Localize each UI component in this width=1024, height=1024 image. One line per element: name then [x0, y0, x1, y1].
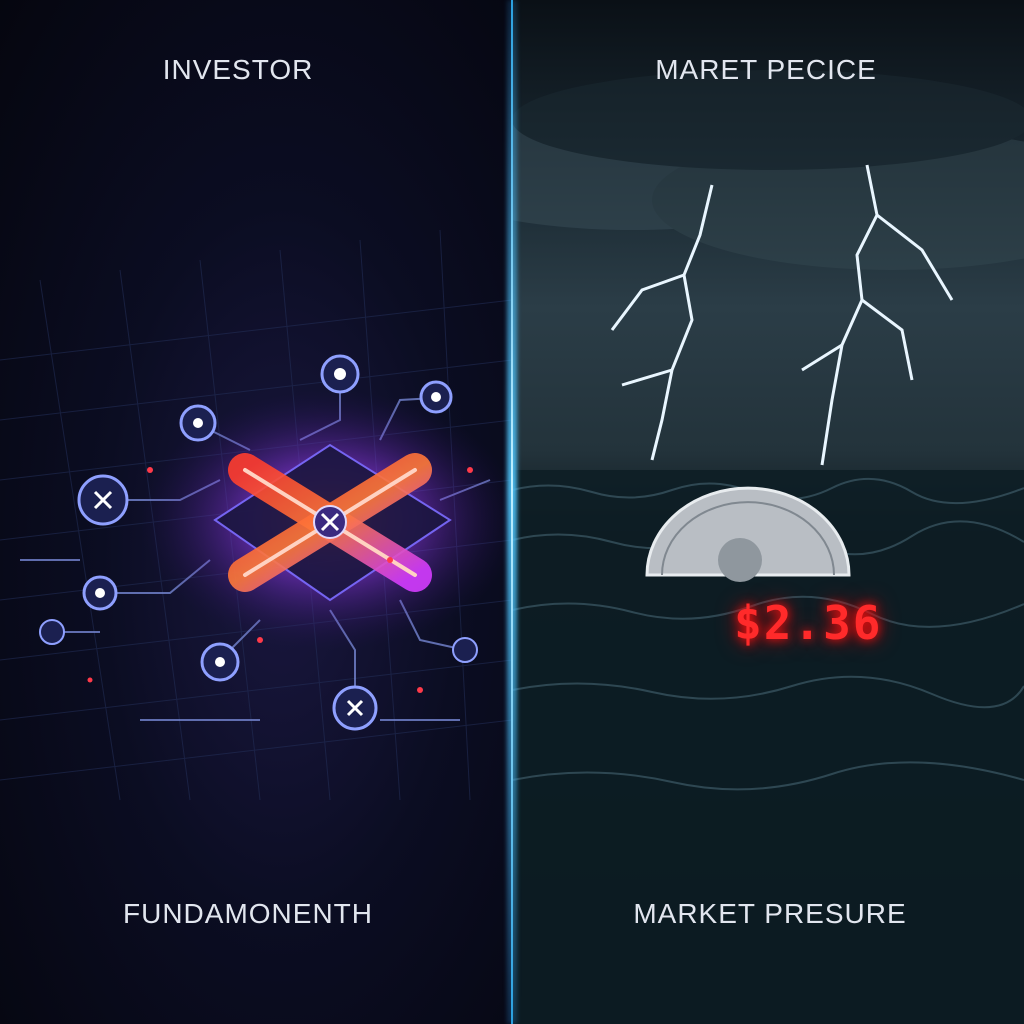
fundamentals-caption: FUNDAMONENTH — [123, 898, 373, 929]
circuit-board-illustration — [0, 229, 512, 801]
price-display: $2.36 — [734, 596, 883, 650]
investor-caption: INVESTOR — [162, 54, 314, 85]
x-logo-icon — [332, 685, 378, 731]
circuit-node-icon — [452, 637, 478, 663]
storm-clouds — [512, 70, 1024, 270]
center-divider-line — [511, 0, 513, 1024]
right-panel-market: MARET PECICE MARKET PRESURE $2.36 — [512, 0, 1024, 1024]
stormy-sea-illustration — [512, 70, 1024, 1024]
circuit-node-icon — [179, 404, 217, 442]
market-price-caption: MARET PECICE — [655, 54, 877, 85]
market-pressure-caption: MARKET PRESURE — [633, 898, 907, 929]
circuit-node-icon — [39, 619, 65, 645]
circuit-node-icon — [419, 380, 453, 414]
circuit-node-icon — [82, 575, 118, 611]
x-logo-icon — [77, 474, 129, 526]
circuit-node-icon — [320, 354, 360, 394]
left-panel-fundamentals: INVESTOR FUNDAMONENTH — [0, 0, 512, 1024]
circuit-node-icon — [200, 642, 240, 682]
